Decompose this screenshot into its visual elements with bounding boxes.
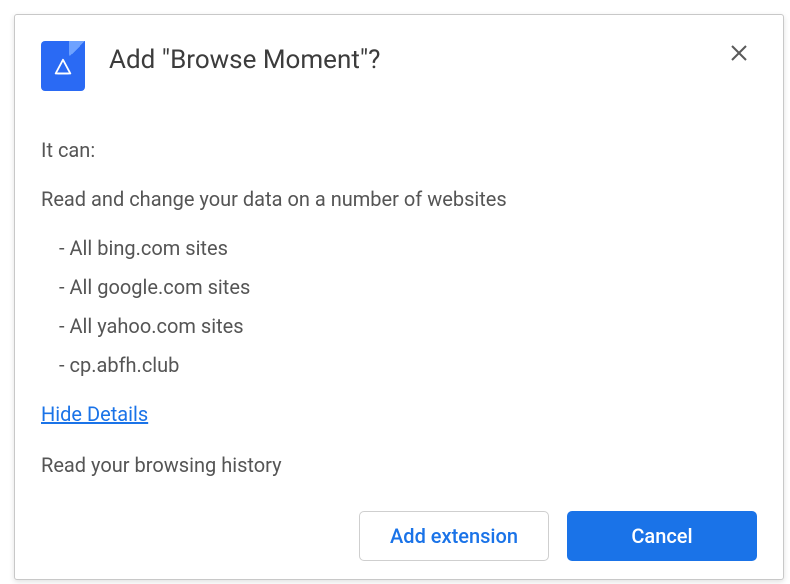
list-item: - All bing.com sites <box>41 235 757 262</box>
dialog-footer: Add extension Cancel <box>41 503 757 561</box>
list-item: - cp.abfh.club <box>41 352 757 379</box>
cancel-button[interactable]: Cancel <box>567 511 757 561</box>
permission-read-change: Read and change your data on a number of… <box>41 186 757 213</box>
site-list: - All bing.com sites - All google.com si… <box>41 235 757 379</box>
hide-details-link[interactable]: Hide Details <box>41 401 148 428</box>
close-icon[interactable] <box>721 35 757 71</box>
dialog-header: Add "Browse Moment"? <box>41 39 757 91</box>
dialog-title: Add "Browse Moment"? <box>109 39 380 75</box>
dialog-body: It can: Read and change your data on a n… <box>41 137 757 499</box>
list-item: - All yahoo.com sites <box>41 313 757 340</box>
permission-history: Read your browsing history <box>41 452 757 479</box>
extension-icon <box>41 41 85 91</box>
extension-install-dialog: Add "Browse Moment"? It can: Read and ch… <box>14 14 784 580</box>
list-item: - All google.com sites <box>41 274 757 301</box>
add-extension-button[interactable]: Add extension <box>359 511 549 561</box>
permissions-lead: It can: <box>41 137 757 164</box>
